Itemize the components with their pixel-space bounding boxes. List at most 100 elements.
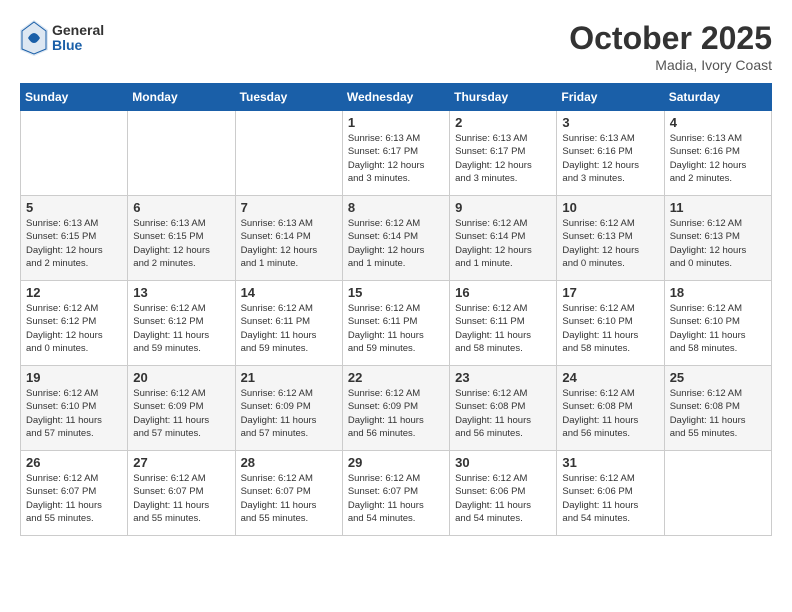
calendar-cell: 12Sunrise: 6:12 AM Sunset: 6:12 PM Dayli… [21, 281, 128, 366]
calendar-cell: 18Sunrise: 6:12 AM Sunset: 6:10 PM Dayli… [664, 281, 771, 366]
day-number: 20 [133, 370, 229, 385]
calendar-week-row: 1 Sunrise: 6:13 AM Sunset: 6:17 PM Daylig… [21, 111, 772, 196]
day-number: 2 [455, 115, 551, 130]
calendar-cell: 11 Sunrise: 6:12 AM Sunset: 6:13 PM Dayli… [664, 196, 771, 281]
calendar-cell: 24 Sunrise: 6:12 AM Sunset: 6:08 PM Dayli… [557, 366, 664, 451]
day-number: 24 [562, 370, 658, 385]
day-number: 19 [26, 370, 122, 385]
location-subtitle: Madia, Ivory Coast [569, 57, 772, 73]
month-year-title: October 2025 [569, 20, 772, 57]
weekday-header-saturday: Saturday [664, 84, 771, 111]
day-number: 27 [133, 455, 229, 470]
day-number: 7 [241, 200, 337, 215]
day-info: Sunrise: 6:12 AM Sunset: 6:14 PM Dayligh… [455, 217, 551, 270]
day-info: Sunrise: 6:12 AM Sunset: 6:10 PM Dayligh… [562, 302, 658, 355]
calendar-cell: 6 Sunrise: 6:13 AM Sunset: 6:15 PM Daylig… [128, 196, 235, 281]
calendar-cell [235, 111, 342, 196]
day-info: Sunrise: 6:12 AM Sunset: 6:07 PM Dayligh… [241, 472, 337, 525]
calendar-cell: 17 Sunrise: 6:12 AM Sunset: 6:10 PM Dayli… [557, 281, 664, 366]
calendar-cell: 29Sunrise: 6:12 AM Sunset: 6:07 PM Dayli… [342, 451, 449, 536]
day-info: Sunrise: 6:13 AM Sunset: 6:16 PM Dayligh… [562, 132, 658, 185]
calendar-cell: 8Sunrise: 6:12 AM Sunset: 6:14 PM Daylig… [342, 196, 449, 281]
day-info: Sunrise: 6:13 AM Sunset: 6:15 PM Dayligh… [133, 217, 229, 270]
day-number: 6 [133, 200, 229, 215]
day-number: 25 [670, 370, 766, 385]
weekday-header-friday: Friday [557, 84, 664, 111]
day-info: Sunrise: 6:12 AM Sunset: 6:07 PM Dayligh… [348, 472, 444, 525]
calendar-cell: 14 Sunrise: 6:12 AM Sunset: 6:11 PM Dayli… [235, 281, 342, 366]
day-info: Sunrise: 6:13 AM Sunset: 6:15 PM Dayligh… [26, 217, 122, 270]
calendar-cell: 5 Sunrise: 6:13 AM Sunset: 6:15 PM Daylig… [21, 196, 128, 281]
day-info: Sunrise: 6:12 AM Sunset: 6:06 PM Dayligh… [562, 472, 658, 525]
day-number: 21 [241, 370, 337, 385]
day-info: Sunrise: 6:12 AM Sunset: 6:09 PM Dayligh… [133, 387, 229, 440]
day-info: Sunrise: 6:13 AM Sunset: 6:14 PM Dayligh… [241, 217, 337, 270]
calendar-cell: 4 Sunrise: 6:13 AM Sunset: 6:16 PM Daylig… [664, 111, 771, 196]
day-number: 31 [562, 455, 658, 470]
weekday-header-sunday: Sunday [21, 84, 128, 111]
day-info: Sunrise: 6:12 AM Sunset: 6:10 PM Dayligh… [26, 387, 122, 440]
calendar-week-row: 5 Sunrise: 6:13 AM Sunset: 6:15 PM Daylig… [21, 196, 772, 281]
day-info: Sunrise: 6:12 AM Sunset: 6:13 PM Dayligh… [670, 217, 766, 270]
calendar-cell: 19 Sunrise: 6:12 AM Sunset: 6:10 PM Dayli… [21, 366, 128, 451]
calendar-cell: 13 Sunrise: 6:12 AM Sunset: 6:12 PM Dayli… [128, 281, 235, 366]
calendar-cell: 22 Sunrise: 6:12 AM Sunset: 6:09 PM Dayli… [342, 366, 449, 451]
day-number: 11 [670, 200, 766, 215]
calendar-cell: 15Sunrise: 6:12 AM Sunset: 6:11 PM Dayli… [342, 281, 449, 366]
day-info: Sunrise: 6:13 AM Sunset: 6:16 PM Dayligh… [670, 132, 766, 185]
day-info: Sunrise: 6:12 AM Sunset: 6:09 PM Dayligh… [348, 387, 444, 440]
day-info: Sunrise: 6:12 AM Sunset: 6:12 PM Dayligh… [26, 302, 122, 355]
day-number: 16 [455, 285, 551, 300]
calendar-cell: 21Sunrise: 6:12 AM Sunset: 6:09 PM Dayli… [235, 366, 342, 451]
calendar-cell: 30 Sunrise: 6:12 AM Sunset: 6:06 PM Dayli… [450, 451, 557, 536]
logo-text: General Blue [52, 23, 104, 54]
day-number: 26 [26, 455, 122, 470]
weekday-header-wednesday: Wednesday [342, 84, 449, 111]
day-info: Sunrise: 6:12 AM Sunset: 6:07 PM Dayligh… [26, 472, 122, 525]
day-info: Sunrise: 6:12 AM Sunset: 6:07 PM Dayligh… [133, 472, 229, 525]
day-number: 22 [348, 370, 444, 385]
day-number: 28 [241, 455, 337, 470]
day-number: 30 [455, 455, 551, 470]
day-info: Sunrise: 6:12 AM Sunset: 6:08 PM Dayligh… [562, 387, 658, 440]
day-number: 17 [562, 285, 658, 300]
day-number: 14 [241, 285, 337, 300]
calendar-body: 1 Sunrise: 6:13 AM Sunset: 6:17 PM Daylig… [21, 111, 772, 536]
day-info: Sunrise: 6:12 AM Sunset: 6:10 PM Dayligh… [670, 302, 766, 355]
day-number: 8 [348, 200, 444, 215]
calendar-cell: 31 Sunrise: 6:12 AM Sunset: 6:06 PM Dayli… [557, 451, 664, 536]
calendar-cell: 23 Sunrise: 6:12 AM Sunset: 6:08 PM Dayli… [450, 366, 557, 451]
calendar-cell: 3 Sunrise: 6:13 AM Sunset: 6:16 PM Daylig… [557, 111, 664, 196]
calendar-cell: 28 Sunrise: 6:12 AM Sunset: 6:07 PM Dayli… [235, 451, 342, 536]
calendar-cell: 27 Sunrise: 6:12 AM Sunset: 6:07 PM Dayli… [128, 451, 235, 536]
day-info: Sunrise: 6:13 AM Sunset: 6:17 PM Dayligh… [348, 132, 444, 185]
day-number: 5 [26, 200, 122, 215]
day-number: 23 [455, 370, 551, 385]
calendar-cell: 20 Sunrise: 6:12 AM Sunset: 6:09 PM Dayli… [128, 366, 235, 451]
day-number: 1 [348, 115, 444, 130]
logo-general-text: General [52, 23, 104, 38]
day-info: Sunrise: 6:12 AM Sunset: 6:11 PM Dayligh… [241, 302, 337, 355]
day-number: 4 [670, 115, 766, 130]
weekday-header-monday: Monday [128, 84, 235, 111]
day-number: 15 [348, 285, 444, 300]
calendar-cell [21, 111, 128, 196]
day-number: 13 [133, 285, 229, 300]
calendar-cell: 10 Sunrise: 6:12 AM Sunset: 6:13 PM Dayli… [557, 196, 664, 281]
day-info: Sunrise: 6:12 AM Sunset: 6:12 PM Dayligh… [133, 302, 229, 355]
logo-icon [20, 20, 48, 56]
calendar-cell: 1 Sunrise: 6:13 AM Sunset: 6:17 PM Daylig… [342, 111, 449, 196]
day-number: 3 [562, 115, 658, 130]
day-info: Sunrise: 6:12 AM Sunset: 6:08 PM Dayligh… [455, 387, 551, 440]
logo-blue-text: Blue [52, 38, 104, 53]
calendar-cell: 9Sunrise: 6:12 AM Sunset: 6:14 PM Daylig… [450, 196, 557, 281]
logo: General Blue [20, 20, 104, 56]
day-info: Sunrise: 6:12 AM Sunset: 6:13 PM Dayligh… [562, 217, 658, 270]
day-number: 10 [562, 200, 658, 215]
calendar-cell: 26 Sunrise: 6:12 AM Sunset: 6:07 PM Dayli… [21, 451, 128, 536]
day-info: Sunrise: 6:12 AM Sunset: 6:06 PM Dayligh… [455, 472, 551, 525]
calendar-cell [128, 111, 235, 196]
calendar-cell [664, 451, 771, 536]
calendar-cell: 2Sunrise: 6:13 AM Sunset: 6:17 PM Daylig… [450, 111, 557, 196]
calendar-table: SundayMondayTuesdayWednesdayThursdayFrid… [20, 83, 772, 536]
